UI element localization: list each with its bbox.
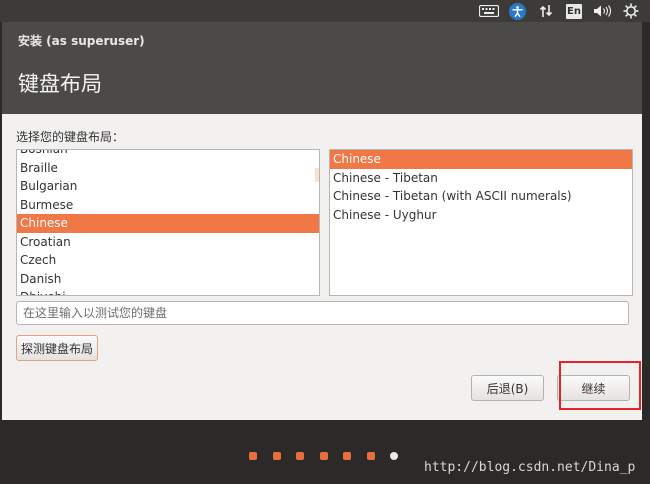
choose-layout-label: 选择您的键盘布局： [16,130,125,144]
window-title: 安装 (as superuser) [18,34,145,48]
volume-icon[interactable] [591,2,615,20]
power-icon[interactable] [622,2,640,20]
progress-dot [249,452,257,460]
progress-dot [366,452,375,460]
layout-list-item[interactable]: Dhivehi [17,288,319,295]
keyboard-test-input[interactable] [16,301,629,325]
layout-list-item[interactable]: Czech [17,251,319,270]
window-header: 安装 (as superuser) 键盘布局 [2,22,642,114]
layout-list-item[interactable]: Croatian [17,233,319,252]
top-panel: En [0,0,650,22]
language-indicator[interactable]: En [565,2,583,20]
keyboard-icon[interactable] [478,2,500,20]
detect-layout-button[interactable]: 探测键盘布局 [16,335,98,361]
layout-list-item[interactable]: Burmese [17,196,319,215]
progress-dot [343,452,351,460]
progress-dot [272,452,281,460]
keyboard-variant-list[interactable]: Chinese Chinese - Tibetan Chinese - Tibeta… [329,149,633,296]
back-button[interactable]: 后退(B) [471,375,544,401]
annotation-highlight-box [559,361,641,410]
page-title: 键盘布局 [18,72,102,96]
keyboard-layout-list[interactable]: Bosnian Braille Bulgarian Burmese Chinese Cro… [16,149,320,296]
progress-dot [390,452,398,460]
variant-list-item[interactable]: Chinese - Uyghur [330,206,632,225]
network-icon[interactable] [537,2,555,20]
accessibility-icon[interactable] [507,2,527,20]
progress-dot [296,452,304,460]
layout-list-item[interactable]: Danish [17,270,319,289]
layout-list-item[interactable]: Braille [17,159,319,178]
variant-list-item[interactable]: Chinese - Tibetan (with ASCII numerals) [330,187,632,206]
language-label: En [566,3,582,19]
layout-list-item[interactable]: Bosnian [17,150,319,159]
layout-list-item[interactable]: Chinese [17,214,319,233]
progress-dot [319,452,328,460]
scrollbar-indicator[interactable] [315,168,319,182]
watermark-text: http://blog.csdn.net/Dina_p [424,460,636,475]
variant-list-item[interactable]: Chinese - Tibetan [330,169,632,188]
installer-window: 安装 (as superuser) 键盘布局 选择您的键盘布局： Bosnian… [2,22,642,420]
layout-list-item[interactable]: Bulgarian [17,177,319,196]
variant-list-item[interactable]: Chinese [330,150,632,169]
